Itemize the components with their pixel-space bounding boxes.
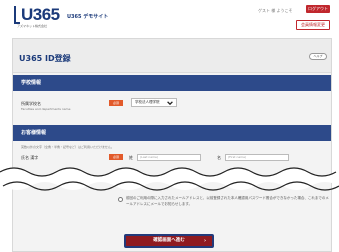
page-title: U365 ID登録 — [19, 54, 71, 63]
school-select[interactable]: 学校法人理学院 — [131, 98, 177, 107]
last-name-input[interactable]: (Last name) — [137, 154, 201, 161]
consent-radio[interactable] — [118, 197, 123, 202]
school-section-header: 学校情報 — [13, 75, 331, 91]
logout-button[interactable]: ログアウト — [306, 5, 330, 13]
logo-subtitle: アズマネット株式会社 — [17, 24, 48, 28]
required-badge: 必須 — [109, 154, 123, 160]
user-greeting: ゲスト 様 ようこそ — [258, 8, 293, 13]
arrow-right-icon: › — [203, 238, 206, 244]
name-field-label: 氏名 漢字 — [21, 155, 39, 160]
title-bar: U365 ID登録 ヘルプ — [13, 39, 331, 73]
u365-logo[interactable]: U365 — [14, 6, 60, 24]
last-name-label: 姓 — [129, 155, 133, 160]
registration-panel: U365 ID登録 ヘルプ 学校情報 所属学校名 Faculties and d… — [12, 38, 332, 252]
confirm-button[interactable]: 確認画面へ進む › — [124, 234, 214, 248]
confirm-button-label: 確認画面へ進む — [153, 238, 185, 243]
first-name-placeholder: (First name) — [228, 155, 247, 159]
customer-note: 英数以外の文字（全角・半角・記号など）はご利用いただけません。 — [21, 145, 114, 149]
consent-text: 前回のご利用の際に入力されたメールアドレスと、以前登録された本人確認用パスワード… — [126, 196, 329, 206]
last-name-placeholder: (Last name) — [140, 155, 159, 159]
page-break-divider — [0, 167, 339, 191]
chevron-down-icon — [167, 101, 173, 106]
help-label: ヘルプ — [313, 54, 323, 58]
logo-text: U365 — [21, 5, 60, 24]
customer-section-header: お客様情報 — [13, 125, 331, 141]
member-info-button[interactable]: 会員情報変更 — [296, 20, 330, 30]
first-name-input[interactable]: (First name) — [225, 154, 289, 161]
site-header: U365 アズマネット株式会社 U365 デモサイト ゲスト 様 ようこそ ログ… — [0, 0, 339, 36]
logo-bracket-icon — [14, 6, 20, 24]
first-name-label: 名 — [217, 155, 221, 160]
school-select-value: 学校法人理学院 — [135, 100, 160, 104]
required-badge: 必須 — [109, 100, 123, 106]
site-name: U365 デモサイト — [67, 14, 109, 20]
school-field-sublabel: Faculties and departments name — [21, 107, 71, 111]
help-button[interactable]: ヘルプ — [309, 53, 327, 60]
